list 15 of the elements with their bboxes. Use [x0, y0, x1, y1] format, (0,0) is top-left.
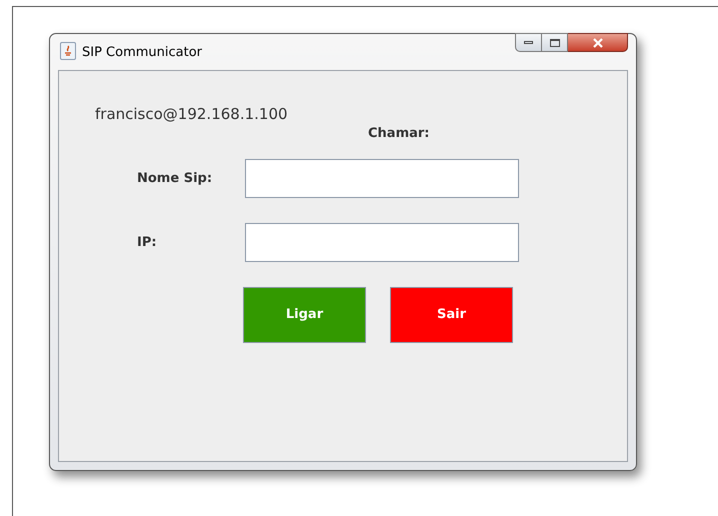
maximize-button[interactable] — [542, 33, 568, 52]
field-label: IP: — [137, 234, 158, 252]
minimize-icon — [524, 41, 533, 44]
call-heading: Chamar: — [368, 126, 430, 142]
user-address: francisco@192.168.1.100 — [95, 105, 289, 123]
close-icon — [592, 38, 604, 48]
maximize-icon — [550, 38, 560, 46]
action-button[interactable]: Ligar — [243, 287, 366, 343]
minimize-button[interactable] — [515, 33, 542, 52]
window-title: SIP Communicator — [82, 44, 202, 62]
close-button[interactable] — [568, 33, 628, 52]
field-label: Nome Sip: — [137, 170, 214, 188]
input-field[interactable] — [245, 223, 519, 262]
input-field[interactable] — [245, 159, 519, 198]
action-button[interactable]: Sair — [390, 287, 513, 343]
